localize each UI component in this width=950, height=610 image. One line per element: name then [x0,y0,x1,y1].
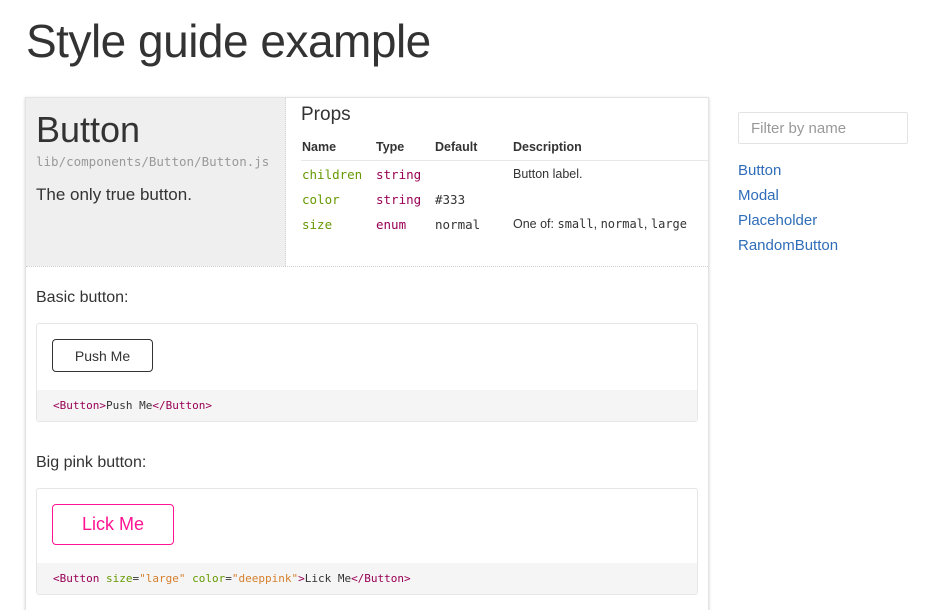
prop-description: Button label. [513,167,583,181]
props-title: Props [301,104,351,125]
code-text: Lick Me [304,572,352,585]
sidebar-item-button[interactable]: Button [738,158,908,183]
prop-description-prefix: One of: [513,217,558,231]
component-card: Button lib/components/Button/Button.js T… [25,97,709,610]
page-title: Style guide example [26,15,431,67]
code-editor[interactable]: <Button size="large" color="deeppink">Li… [37,563,697,594]
table-row: size enum normal One of: small, normal, … [301,211,708,236]
component-name: Button [36,109,141,150]
code-value: "deeppink" [231,572,299,585]
component-meta: Button lib/components/Button/Button.js T… [26,98,286,266]
table-row: color string #333 [301,186,708,211]
props-table: Name Type Default Description children s… [301,136,708,236]
prop-default [434,161,512,187]
column-header-type: Type [375,136,434,161]
filter-input[interactable] [738,112,908,144]
prop-type: string [376,192,422,207]
example-preview: Lick Me [37,489,697,563]
prop-description: One of: small, normal, large [513,217,687,231]
push-me-button[interactable]: Push Me [52,339,153,372]
example-label: Basic button: [36,289,129,306]
code-text: Push Me [105,399,153,412]
example-box: Lick Me <Button size="large" color="deep… [36,488,698,595]
code-attr: size [105,572,133,585]
prop-name: color [302,192,340,207]
enum-option: normal [600,217,644,231]
column-header-default: Default [434,136,512,161]
prop-name: size [302,217,333,232]
code-tag: > [298,572,305,585]
enum-option: small [557,217,594,231]
sidebar-item-randombutton[interactable]: RandomButton [738,233,908,258]
enum-option: large [650,217,687,231]
code-editor[interactable]: <Button>Push Me</Button> [37,390,697,421]
column-header-name: Name [301,136,375,161]
component-header: Button lib/components/Button/Button.js T… [26,98,708,267]
prop-name: children [302,167,363,182]
column-header-description: Description [512,136,708,161]
props-section: Props Name Type Default Description chil… [301,104,708,236]
code-tag: <Button [53,572,100,585]
table-row: children string Button label. [301,161,708,187]
lick-me-button[interactable]: Lick Me [52,504,174,545]
code-attr: color [192,572,226,585]
sidebar: Button Modal Placeholder RandomButton [738,112,908,258]
example-box: Push Me <Button>Push Me</Button> [36,323,698,422]
prop-type: string [376,167,422,182]
code-tag: </Button> [351,572,411,585]
sidebar-item-placeholder[interactable]: Placeholder [738,208,908,233]
props-header-row: Name Type Default Description [301,136,708,161]
component-nav: Button Modal Placeholder RandomButton [738,158,908,258]
component-description: The only true button. [36,185,192,204]
prop-type: enum [376,217,407,232]
prop-default: normal [435,217,481,232]
prop-default: #333 [435,192,466,207]
component-path: lib/components/Button/Button.js [36,154,270,169]
prop-description [512,186,708,211]
code-tag: <Button> [53,399,106,412]
example-preview: Push Me [37,324,697,390]
code-tag: </Button> [152,399,212,412]
example-label: Big pink button: [36,454,147,471]
sidebar-item-modal[interactable]: Modal [738,183,908,208]
code-value: "large" [139,572,186,585]
